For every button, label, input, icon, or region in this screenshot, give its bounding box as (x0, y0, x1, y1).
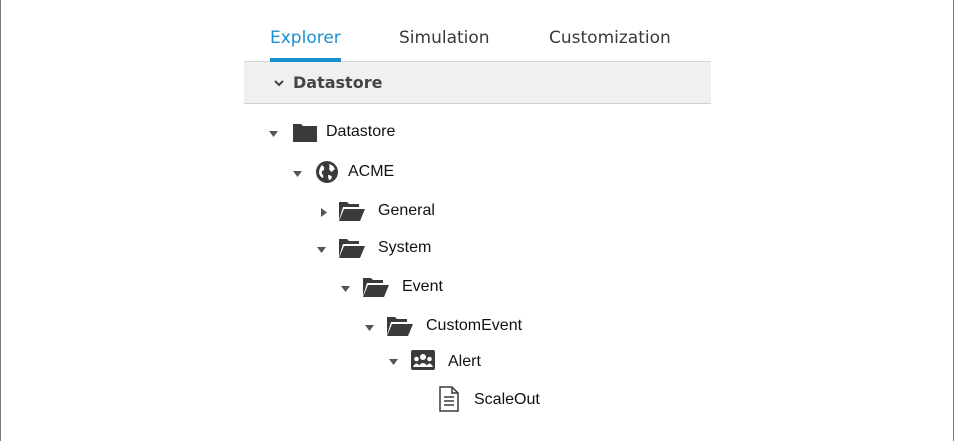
caret-down-icon[interactable] (340, 283, 351, 294)
explorer-panel: Explorer Simulation Customization Datast… (244, 0, 711, 430)
tree-node-event[interactable]: Event (340, 275, 540, 301)
folder-closed-icon (293, 124, 317, 142)
tree-node-acme[interactable]: ACME (292, 160, 492, 186)
tree-node-label: Event (402, 278, 443, 295)
section-title: Datastore (293, 73, 383, 92)
caret-down-icon[interactable] (268, 128, 279, 139)
globe-icon (316, 161, 338, 183)
tree-node-customevent[interactable]: CustomEvent (364, 314, 584, 340)
tree-node-datastore[interactable]: Datastore (268, 120, 468, 146)
folder-open-icon (387, 317, 413, 336)
caret-down-icon[interactable] (388, 356, 399, 367)
document-icon (439, 386, 459, 412)
group-icon (411, 350, 435, 370)
datastore-section-header[interactable]: Datastore (244, 62, 711, 104)
caret-down-icon[interactable] (316, 244, 327, 255)
tree-node-alert[interactable]: Alert (388, 348, 588, 376)
tab-bar: Explorer Simulation Customization (244, 0, 711, 62)
tree-node-general[interactable]: General (318, 199, 518, 225)
chevron-down-icon (274, 80, 284, 87)
tab-simulation[interactable]: Simulation (399, 28, 490, 48)
caret-down-icon[interactable] (292, 168, 303, 179)
tab-customization[interactable]: Customization (549, 28, 671, 48)
tree-node-label: CustomEvent (426, 317, 523, 334)
tab-explorer[interactable]: Explorer (270, 28, 341, 48)
tree-node-label: Datastore (326, 123, 396, 140)
caret-down-icon[interactable] (364, 322, 375, 333)
folder-open-icon (363, 278, 389, 297)
tree-node-label: System (378, 239, 432, 256)
tree-node-system[interactable]: System (316, 236, 516, 262)
tree-node-label: ACME (348, 163, 395, 180)
tree-node-scaleout[interactable]: ScaleOut (438, 386, 638, 414)
folder-open-icon (339, 202, 365, 221)
caret-right-icon[interactable] (318, 207, 329, 218)
tree-node-label: ScaleOut (474, 391, 540, 408)
folder-open-icon (339, 239, 365, 258)
tree-node-label: Alert (448, 353, 481, 370)
tree-node-label: General (378, 202, 435, 219)
